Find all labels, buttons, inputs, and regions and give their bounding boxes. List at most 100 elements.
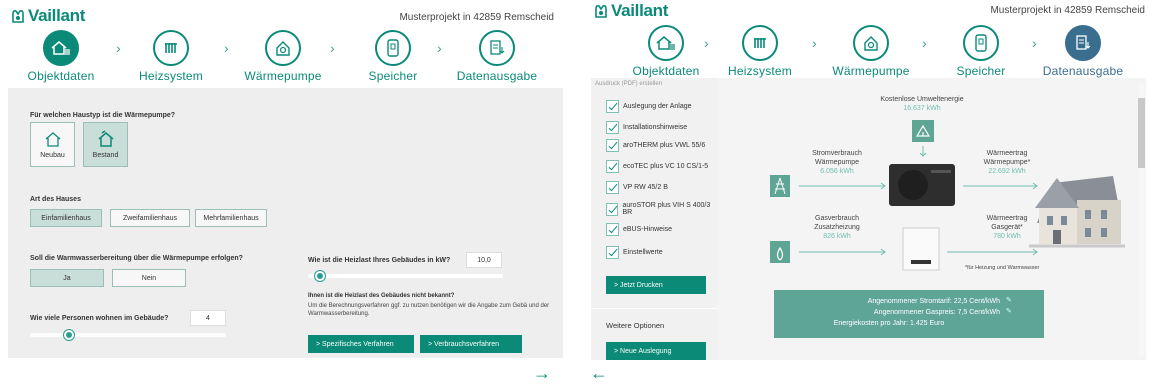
check-item[interactable]: Installationshinweise	[606, 121, 687, 134]
question-house-type: Für welchen Haustyp ist die Wärmepumpe?	[30, 112, 176, 119]
check-label: VP RW 45/2 B	[623, 184, 668, 191]
power-label: Stromverbrauch Wärmepumpe 6.056 kWh	[797, 149, 877, 176]
edit-pencil-icon[interactable]: ✎	[1006, 307, 1012, 315]
check-item[interactable]: ecoTEC plus VC 10 CS/1-5	[606, 160, 708, 173]
check-label: aroTHERM plus VWL 55/6	[623, 142, 706, 149]
brand-name: Vaillant	[611, 1, 669, 20]
gas-heat-title-2: Gasgerät*	[991, 224, 1023, 231]
chevron-right-icon: ›	[330, 40, 335, 56]
right-screen: Vaillant Musterprojekt in 42859 Remschei…	[583, 0, 1149, 385]
heating-load-hint-title: Ihnen ist die Heizlast des Gebäudes nich…	[308, 293, 455, 299]
radiator-icon	[165, 43, 177, 53]
power-value: 6.056 kWh	[820, 168, 854, 175]
gas-value: 826 kWh	[823, 233, 851, 240]
cost-value: 7,5 Cent/kWh	[957, 309, 1000, 316]
print-now-button[interactable]: > Jetzt Drucken	[606, 276, 706, 294]
step-objektdaten[interactable]: Objektdaten	[6, 30, 116, 83]
edit-pencil-icon[interactable]: ✎	[1006, 296, 1012, 304]
step-label: Speicher	[956, 64, 1006, 78]
check-item[interactable]: eBUS-Hinweise	[606, 223, 672, 236]
question-persons: Wie viele Personen wohnen im Gebäude?	[30, 315, 169, 322]
check-item[interactable]: Auslegung der Anlage	[606, 100, 692, 113]
gas-heat-yield-label: Wärmeertrag Gasgerät* 780 kWh	[967, 214, 1047, 241]
step-heizsystem[interactable]: Heizsystem	[705, 25, 815, 78]
check-item[interactable]: VP RW 45/2 B	[606, 181, 668, 194]
warm-water-no-button[interactable]: Nein	[112, 269, 186, 287]
checkbox-checked-icon[interactable]	[606, 223, 619, 236]
new-house-icon	[45, 132, 60, 147]
document-download-icon	[1076, 35, 1091, 50]
persons-input[interactable]: 4	[190, 310, 226, 326]
checkbox-checked-icon[interactable]	[606, 139, 619, 152]
heat-title-2: Wärmepumpe*	[983, 159, 1031, 166]
house-type-existing-label: Bestand	[92, 152, 119, 159]
energy-cost-summary: Angenommener Stromtarif: 22,5 Cent/kWh A…	[774, 290, 1044, 338]
cost-row-electricity: Angenommener Stromtarif: 22,5 Cent/kWh	[774, 298, 1000, 305]
persons-slider-handle[interactable]	[64, 330, 75, 340]
check-label: Einstellwerte	[623, 249, 663, 256]
gas-heat-title-1: Wärmeertrag	[986, 215, 1028, 222]
check-label: ecoTEC plus VC 10 CS/1-5	[623, 163, 709, 170]
option-zweifamilienhaus[interactable]: Zweifamilienhaus	[110, 209, 190, 227]
check-item[interactable]: Einstellwerte	[606, 246, 663, 259]
step-datenausgabe[interactable]: Datenausgabe	[1028, 25, 1138, 78]
heating-load-slider[interactable]	[308, 271, 503, 281]
checkbox-checked-icon[interactable]	[606, 121, 619, 134]
step-speicher[interactable]: Speicher	[926, 25, 1036, 78]
heating-load-hint-text: Um die Berechnungsverfahren ggf. zu nutz…	[308, 303, 550, 317]
house-type-new-button[interactable]: Neubau	[30, 122, 75, 167]
checkbox-checked-icon[interactable]	[606, 160, 619, 173]
checkbox-checked-icon[interactable]	[606, 246, 619, 259]
checkbox-checked-icon[interactable]	[606, 202, 619, 216]
print-options: Ausdruck (PDF) erstellen Auslegung der A…	[591, 78, 717, 360]
question-house-kind: Art des Hauses	[30, 196, 81, 203]
step-label: Heizsystem	[727, 64, 792, 78]
cost-row-gas: Angenommener Gaspreis: 7,5 Cent/kWh	[774, 309, 1000, 316]
project-title: Musterprojekt in 42859 Remscheid	[399, 12, 554, 23]
step-waermepumpe[interactable]: Wärmepumpe	[228, 30, 338, 83]
consumption-method-button[interactable]: > Verbrauchsverfahren	[420, 335, 522, 353]
scrollbar[interactable]	[1138, 84, 1145, 356]
option-einfamilienhaus[interactable]: Einfamilienhaus	[30, 209, 102, 227]
check-label: eBUS-Hinweise	[623, 226, 673, 233]
checkbox-checked-icon[interactable]	[606, 181, 619, 194]
storage-icon	[975, 34, 987, 52]
step-navigation: Objektdaten › Heizsystem › Wärmepumpe ›	[0, 30, 574, 83]
warm-water-yes-button[interactable]: Ja	[30, 269, 104, 287]
house-type-existing-button[interactable]: Bestand	[83, 122, 128, 167]
arrow-right-icon[interactable]: →	[533, 363, 551, 384]
heating-load-input[interactable]: 10,0	[466, 252, 502, 268]
checkbox-checked-icon[interactable]	[606, 100, 619, 113]
brand-name: Vaillant	[28, 6, 86, 25]
environment-label: Kostenlose Umweltenergie 16.637 kWh	[867, 95, 977, 113]
option-mehrfamilienhaus[interactable]: Mehrfamilienhaus	[195, 209, 267, 227]
persons-slider[interactable]	[30, 330, 226, 340]
gas-heat-value: 780 kWh	[993, 233, 1021, 240]
power-title-2: Wärmepumpe	[815, 159, 859, 166]
heating-load-slider-handle[interactable]	[314, 271, 325, 281]
gas-label: Gasverbrauch Zusatzheizung 826 kWh	[797, 214, 877, 241]
step-label: Datenausgabe	[1042, 64, 1124, 78]
heatpump-icon	[864, 36, 878, 51]
specific-method-button[interactable]: > Spezifisches Verfahren	[308, 335, 414, 353]
divider	[591, 308, 717, 309]
document-download-icon	[490, 40, 505, 55]
check-label: Auslegung der Anlage	[623, 103, 692, 110]
check-item[interactable]: aroTHERM plus VWL 55/6	[606, 139, 705, 152]
rabbit-logo-icon	[595, 5, 607, 18]
check-label: auroSTOR plus VIH S 400/3 BR	[622, 202, 711, 216]
footnote: *für Heizung und Warmwasser	[965, 265, 1040, 271]
step-speicher[interactable]: Speicher	[338, 30, 448, 83]
step-waermepumpe[interactable]: Wärmepumpe	[816, 25, 926, 78]
new-design-button[interactable]: > Neue Auslegung	[606, 342, 706, 360]
cost-label: Angenommener Gaspreis:	[873, 309, 956, 316]
scrollbar-thumb[interactable]	[1138, 98, 1145, 168]
step-heizsystem[interactable]: Heizsystem	[116, 30, 226, 83]
arrow-left-icon[interactable]: ←	[590, 363, 608, 384]
gas-title-1: Gasverbrauch	[815, 215, 859, 222]
step-datenausgabe[interactable]: Datenausgabe	[442, 30, 552, 83]
check-item[interactable]: auroSTOR plus VIH S 400/3 BR	[606, 202, 717, 216]
cost-label: Angenommener Stromtarif:	[867, 298, 952, 305]
step-label: Heizsystem	[138, 69, 203, 83]
house-icon	[656, 36, 675, 50]
